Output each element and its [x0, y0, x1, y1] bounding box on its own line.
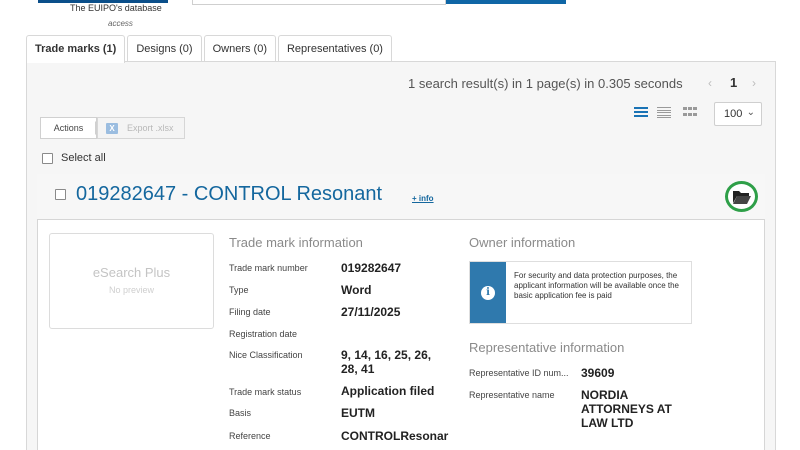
field-value-nice-classification-2: 28, 41: [341, 362, 375, 376]
field-label-reference: Reference: [229, 431, 271, 441]
field-value-representative-name-3: LAW LTD: [581, 416, 634, 430]
field-label-registration-date: Registration date: [229, 329, 298, 339]
field-value-filing-date: 27/11/2025: [341, 305, 401, 319]
owner-notice-text: For security and data protection purpose…: [514, 271, 679, 300]
field-value-representative-name-1: NORDIA: [581, 388, 629, 402]
field-value-reference: CONTROLResonar: [341, 429, 449, 443]
select-all-checkbox[interactable]: [42, 153, 53, 164]
chevron-right-icon[interactable]: ›: [752, 76, 756, 90]
results-summary: 1 search result(s) in 1 page(s) in 0.305…: [408, 76, 683, 91]
field-label-status: Trade mark status: [229, 387, 302, 397]
field-label-number: Trade mark number: [229, 263, 308, 273]
field-value-nice-classification-1: 9, 14, 16, 25, 26,: [341, 348, 432, 362]
detail-view-icon[interactable]: [657, 107, 671, 118]
field-label-representative-id: Representative ID num...: [469, 368, 569, 378]
page-size-value: 100: [724, 108, 743, 120]
open-folder-button[interactable]: [725, 181, 758, 212]
chevron-left-icon[interactable]: ‹: [708, 76, 712, 90]
more-info-link[interactable]: + info: [412, 194, 434, 203]
folder-open-icon: [732, 190, 751, 204]
search-input[interactable]: [192, 0, 446, 5]
export-xlsx-button[interactable]: X Export .xlsx: [97, 117, 185, 139]
preview-subtitle: No preview: [108, 285, 155, 295]
field-value-representative-name-2: ATTORNEYS AT: [581, 402, 672, 416]
field-label-basis: Basis: [229, 408, 252, 418]
current-page-number[interactable]: 1: [730, 75, 737, 90]
field-label-representative-name: Representative name: [469, 390, 555, 400]
representative-info-title: Representative information: [469, 340, 625, 355]
field-value-status: Application filed: [341, 384, 435, 398]
tab-designs[interactable]: Designs (0): [127, 35, 202, 62]
excel-icon: X: [106, 122, 118, 134]
logo-access-text: access: [108, 19, 133, 28]
info-icon: i: [481, 285, 495, 300]
tab-owners[interactable]: Owners (0): [203, 35, 276, 62]
owner-info-title: Owner information: [469, 235, 576, 250]
grid-view-icon[interactable]: [683, 107, 697, 118]
export-label: Export .xlsx: [127, 123, 174, 133]
trade-mark-preview: eSearch Plus No preview: [49, 233, 214, 329]
result-checkbox[interactable]: [55, 189, 66, 200]
chevron-down-icon: ⌄: [746, 107, 755, 118]
field-label-filing-date: Filing date: [229, 307, 271, 317]
owner-notice: i For security and data protection purpo…: [469, 261, 692, 324]
select-all-label: Select all: [61, 152, 106, 164]
field-value-basis: EUTM: [341, 406, 375, 420]
logo-subtitle: The EUIPO's database: [70, 3, 162, 13]
list-view-icon[interactable]: [634, 107, 648, 118]
preview-title: eSearch Plus: [92, 265, 171, 280]
tab-trade-marks[interactable]: Trade marks (1): [26, 35, 126, 63]
field-value-representative-id: 39609: [581, 366, 615, 380]
tab-representatives[interactable]: Representatives (0): [277, 35, 392, 62]
result-title-link[interactable]: 019282647 - CONTROL Resonant: [76, 183, 382, 206]
result-tabs: Trade marks (1) Designs (0) Owners (0) R…: [26, 35, 394, 63]
field-value-number: 019282647: [341, 261, 402, 275]
trade-mark-info-title: Trade mark information: [229, 235, 363, 250]
actions-label: Actions: [40, 117, 97, 139]
field-label-nice-classification: Nice Classification: [229, 350, 303, 360]
notice-bar: i: [470, 262, 506, 323]
page-size-select[interactable]: 100 ⌄: [714, 102, 762, 126]
search-button[interactable]: [446, 0, 566, 4]
field-value-type: Word: [341, 283, 372, 297]
field-label-type: Type: [229, 285, 249, 295]
